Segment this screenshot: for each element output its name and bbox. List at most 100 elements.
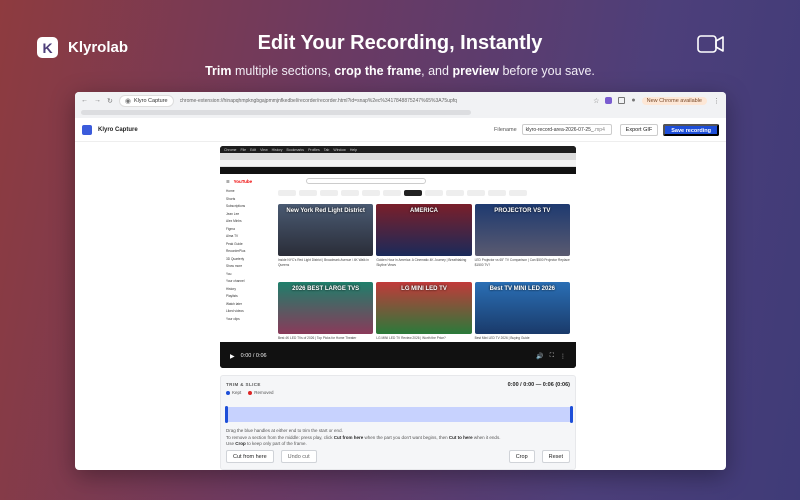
yt-thumbnail: AMERICA xyxy=(376,204,472,256)
mac-menu-item: File xyxy=(240,147,247,152)
yt-video-meta: Inside NYC's Red Light District | Broadm… xyxy=(278,258,369,267)
browser-toolbar: ← → ↻ ◉ Klyro Capture chrome-extension:/… xyxy=(75,92,726,109)
yt-sidebar-item: Your clips xyxy=(226,316,240,321)
crop-button[interactable]: Crop xyxy=(508,450,535,463)
fullscreen-icon[interactable]: ⛶ xyxy=(550,353,554,360)
save-recording-button[interactable]: Save recording xyxy=(663,123,719,136)
yt-thumbnail: 2026 BEST LARGE TVS xyxy=(278,282,374,334)
yt-video-meta: LED Projector vs 65" TV Comparison | Can… xyxy=(474,258,570,267)
yt-sidebar-item: Your channel xyxy=(226,279,245,283)
yt-sidebar-item: Watch later xyxy=(226,301,243,306)
yt-sidebar-item: Playlists xyxy=(226,294,238,298)
recorded-tab-strip xyxy=(220,153,576,160)
reset-button[interactable]: Reset xyxy=(541,450,570,463)
yt-sidebar: Home Shorts Subscriptions Jean Lee Alex Minh… xyxy=(226,188,266,323)
player-time: 0:00 / 0:06 xyxy=(240,353,267,359)
app-title: Klyro Capture xyxy=(98,126,138,133)
more-options-icon[interactable]: ⋮ xyxy=(560,353,566,360)
yt-logo: YouTube xyxy=(233,178,253,184)
yt-thumbnail-title: LG MINI LED TV xyxy=(401,286,447,292)
yt-sidebar-item: RecorderPlus xyxy=(226,249,246,253)
recorded-address-bar xyxy=(220,160,576,167)
yt-thumbnail-title: New York Red Light District xyxy=(286,208,365,214)
sidepanel-icon[interactable] xyxy=(618,97,626,104)
filename-label: Filename xyxy=(494,126,517,133)
mac-menu-item: Tab xyxy=(323,147,330,152)
trim-title: TRIM & SLICE xyxy=(226,382,261,387)
app-header: Klyro Capture Filename klyro-record-area… xyxy=(75,118,726,142)
mac-menu-item: Help xyxy=(349,147,358,152)
yt-video-card: New York Red Light District Inside NYC's … xyxy=(278,204,374,278)
new-chrome-badge[interactable]: New Chrome available xyxy=(641,96,707,105)
yt-search-box xyxy=(306,178,427,184)
yt-sidebar-item: History xyxy=(226,286,236,291)
yt-sidebar-item: Show more xyxy=(226,264,243,268)
video-camera-icon xyxy=(697,35,724,53)
play-icon[interactable]: ▶ xyxy=(230,353,235,360)
app-logo-icon xyxy=(82,124,92,135)
menu-dots-icon[interactable]: ⋮ xyxy=(713,97,720,105)
cut-from-here-button[interactable]: Cut from here xyxy=(226,450,274,463)
trim-end-handle[interactable] xyxy=(570,406,573,423)
mac-menu-item: Bookmarks xyxy=(286,147,305,152)
yt-thumbnail: PROJECTOR VS TV xyxy=(474,204,570,256)
yt-thumbnail-title: AMERICA xyxy=(409,208,438,214)
recorded-youtube-page: ☰ YouTube Home Shorts Subscriptions Jean Le… xyxy=(220,174,576,342)
hero-title: Edit Your Recording, Instantly xyxy=(257,32,543,54)
address-bar[interactable]: chrome-extension://hinapqhmpkngbgajpmmjn… xyxy=(180,98,588,104)
yt-thumbnail: New York Red Light District xyxy=(278,204,374,256)
yt-sidebar-item: Alex Minhs xyxy=(226,219,242,223)
trim-help-text: Drag the blue handles at either end to t… xyxy=(226,428,501,446)
yt-sidebar-item: Figma xyxy=(226,226,235,231)
hero-subtitle: Trim multiple sections, crop the frame, … xyxy=(205,64,595,78)
mac-menu-item: Window xyxy=(333,147,346,152)
video-preview[interactable]: Chrome File Edit View History Bookmarks Profil… xyxy=(220,146,576,368)
yt-video-card: AMERICA Golden Hour in America: A Cinemat… xyxy=(376,204,472,278)
trim-start-handle[interactable] xyxy=(225,406,228,423)
yt-sidebar-item: Peak Guide xyxy=(226,241,243,246)
removed-dot-icon xyxy=(248,390,253,395)
profile-icon[interactable]: ● xyxy=(631,97,635,104)
mac-menu-item: History xyxy=(271,147,283,152)
yt-sidebar-item: 3D Quarterly xyxy=(226,256,245,261)
yt-chips xyxy=(278,190,570,197)
bookmark-bar xyxy=(75,109,726,118)
yt-thumbnail: Best TV MINI LED 2026 xyxy=(474,282,570,334)
trim-time-display: 0:00 / 0:00 — 0:06 (0:06) xyxy=(507,382,570,388)
reload-icon[interactable]: ↻ xyxy=(107,97,113,105)
browser-window: ← → ↻ ◉ Klyro Capture chrome-extension:/… xyxy=(75,92,726,470)
bookmark-star-icon[interactable]: ☆ xyxy=(593,97,599,105)
forward-icon[interactable]: → xyxy=(94,97,101,104)
filename-input[interactable]: klyro-record-area-2026-07-25_.mp4 xyxy=(521,124,612,135)
yt-thumbnail-title: PROJECTOR VS TV xyxy=(494,208,551,214)
trim-slice-panel: TRIM & SLICE 0:00 / 0:00 — 0:06 (0:06) K… xyxy=(220,375,576,470)
mac-menu-item: Chrome xyxy=(224,147,237,152)
mac-menu-item: Edit xyxy=(250,147,257,152)
yt-sidebar-item: Shorts xyxy=(226,196,236,201)
undo-cut-button[interactable]: Undo cut xyxy=(280,450,317,463)
yt-thumbnail: LG MINI LED TV xyxy=(376,282,472,334)
yt-sidebar-item: Alma TV xyxy=(226,234,239,238)
yt-video-card: PROJECTOR VS TV LED Projector vs 65" TV C… xyxy=(474,204,570,278)
export-gif-button[interactable]: Export GIF xyxy=(619,123,659,136)
yt-sidebar-item: Home xyxy=(226,189,235,193)
yt-thumbnail-title: 2026 BEST LARGE TVS xyxy=(292,286,360,292)
mac-menu-item: View xyxy=(260,147,268,152)
browser-tab[interactable]: ◉ Klyro Capture xyxy=(118,94,174,107)
extension-icon[interactable] xyxy=(605,97,613,104)
yt-sidebar-item: Liked videos xyxy=(226,309,244,313)
trim-timeline[interactable] xyxy=(225,406,573,423)
tab-favicon-icon: ◉ xyxy=(124,97,131,105)
yt-header: ☰ YouTube xyxy=(220,174,576,188)
yt-sidebar-item: You xyxy=(226,271,232,276)
back-icon[interactable]: ← xyxy=(81,97,88,104)
mac-menubar: Chrome File Edit View History Bookmarks Profil… xyxy=(220,146,576,153)
player-controls: ▶ 0:00 / 0:06 🔊 ⛶ ⋮ xyxy=(220,344,576,368)
kept-dot-icon xyxy=(226,390,230,395)
trim-legend: Kept Removed xyxy=(226,390,274,395)
yt-menu-icon: ☰ xyxy=(226,178,230,184)
yt-thumbnail-title: Best TV MINI LED 2026 xyxy=(489,286,555,292)
yt-video-grid: New York Red Light District Inside NYC's … xyxy=(278,204,570,356)
volume-icon[interactable]: 🔊 xyxy=(536,353,543,360)
yt-sidebar-item: Jean Lee xyxy=(226,211,240,216)
